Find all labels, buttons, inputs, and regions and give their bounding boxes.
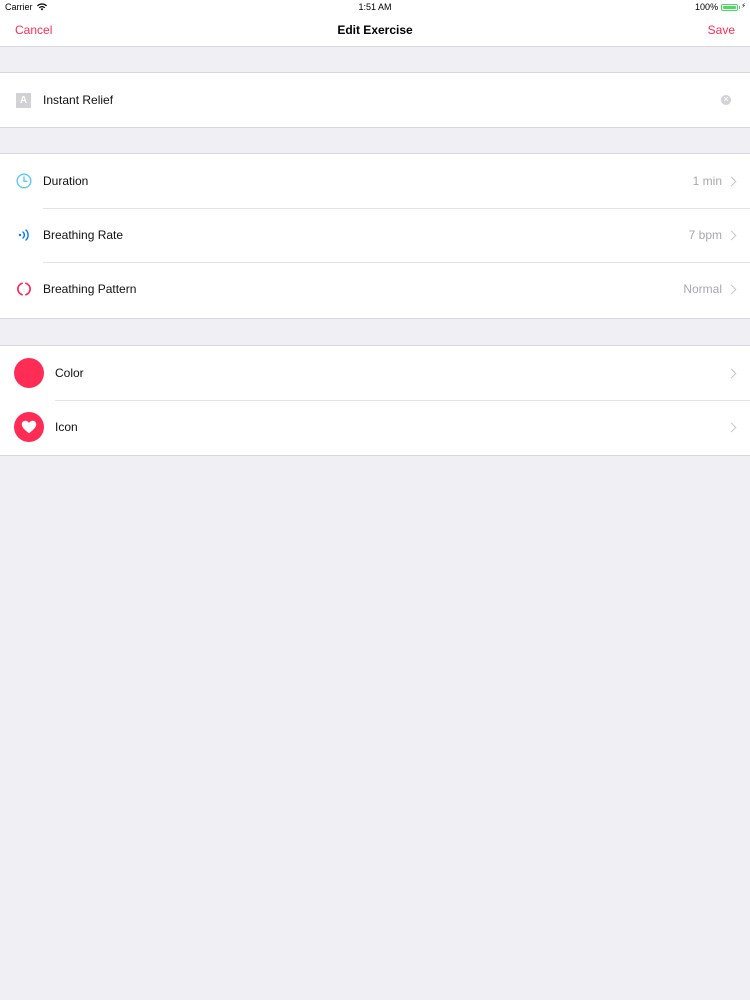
icon-label: Icon [55,420,78,434]
breathing-rate-row[interactable]: Breathing Rate 7 bpm [0,208,750,262]
duration-label: Duration [43,174,89,188]
breathing-pattern-value: Normal [683,282,722,296]
breathing-rate-value: 7 bpm [688,228,722,242]
icon-row[interactable]: Icon [0,400,750,454]
text-field-icon: A [15,92,32,109]
chevron-right-icon [726,176,737,186]
exercise-name-input[interactable]: Instant Relief [43,93,113,107]
navigation-bar: Cancel Edit Exercise Save [0,14,750,47]
settings-section: Duration 1 min Breathing Rate 7 bpm Brea… [0,153,750,319]
breathing-pattern-label: Breathing Pattern [43,282,137,296]
breathing-pattern-icon [15,281,32,298]
duration-row[interactable]: Duration 1 min [0,154,750,208]
color-swatch [14,358,44,388]
save-button[interactable]: Save [708,23,735,37]
clear-text-icon[interactable]: ✕ [721,95,731,105]
status-bar: Carrier 1:51 AM 100% ⚡ [0,0,750,14]
chevron-right-icon [726,230,737,240]
heart-icon [14,412,44,442]
clock-icon [15,173,32,190]
name-field-row[interactable]: A Instant Relief ✕ [0,73,750,127]
battery-status: 100% ⚡ [695,0,746,14]
status-time: 1:51 AM [358,2,392,12]
color-label: Color [55,366,84,380]
page-title: Edit Exercise [337,23,413,37]
chevron-right-icon [726,368,737,378]
breathing-rate-label: Breathing Rate [43,228,124,242]
name-section: A Instant Relief ✕ [0,72,750,128]
breathing-pattern-row[interactable]: Breathing Pattern Normal [0,262,750,316]
battery-percent: 100% [695,2,719,12]
battery-icon [721,3,741,11]
chevron-right-icon [726,284,737,294]
color-row[interactable]: Color [0,346,750,400]
duration-value: 1 min [692,174,722,188]
breathing-rate-icon [15,227,32,244]
appearance-section: Color Icon [0,345,750,456]
chevron-right-icon [726,422,737,432]
charging-icon: ⚡ [741,3,746,10]
